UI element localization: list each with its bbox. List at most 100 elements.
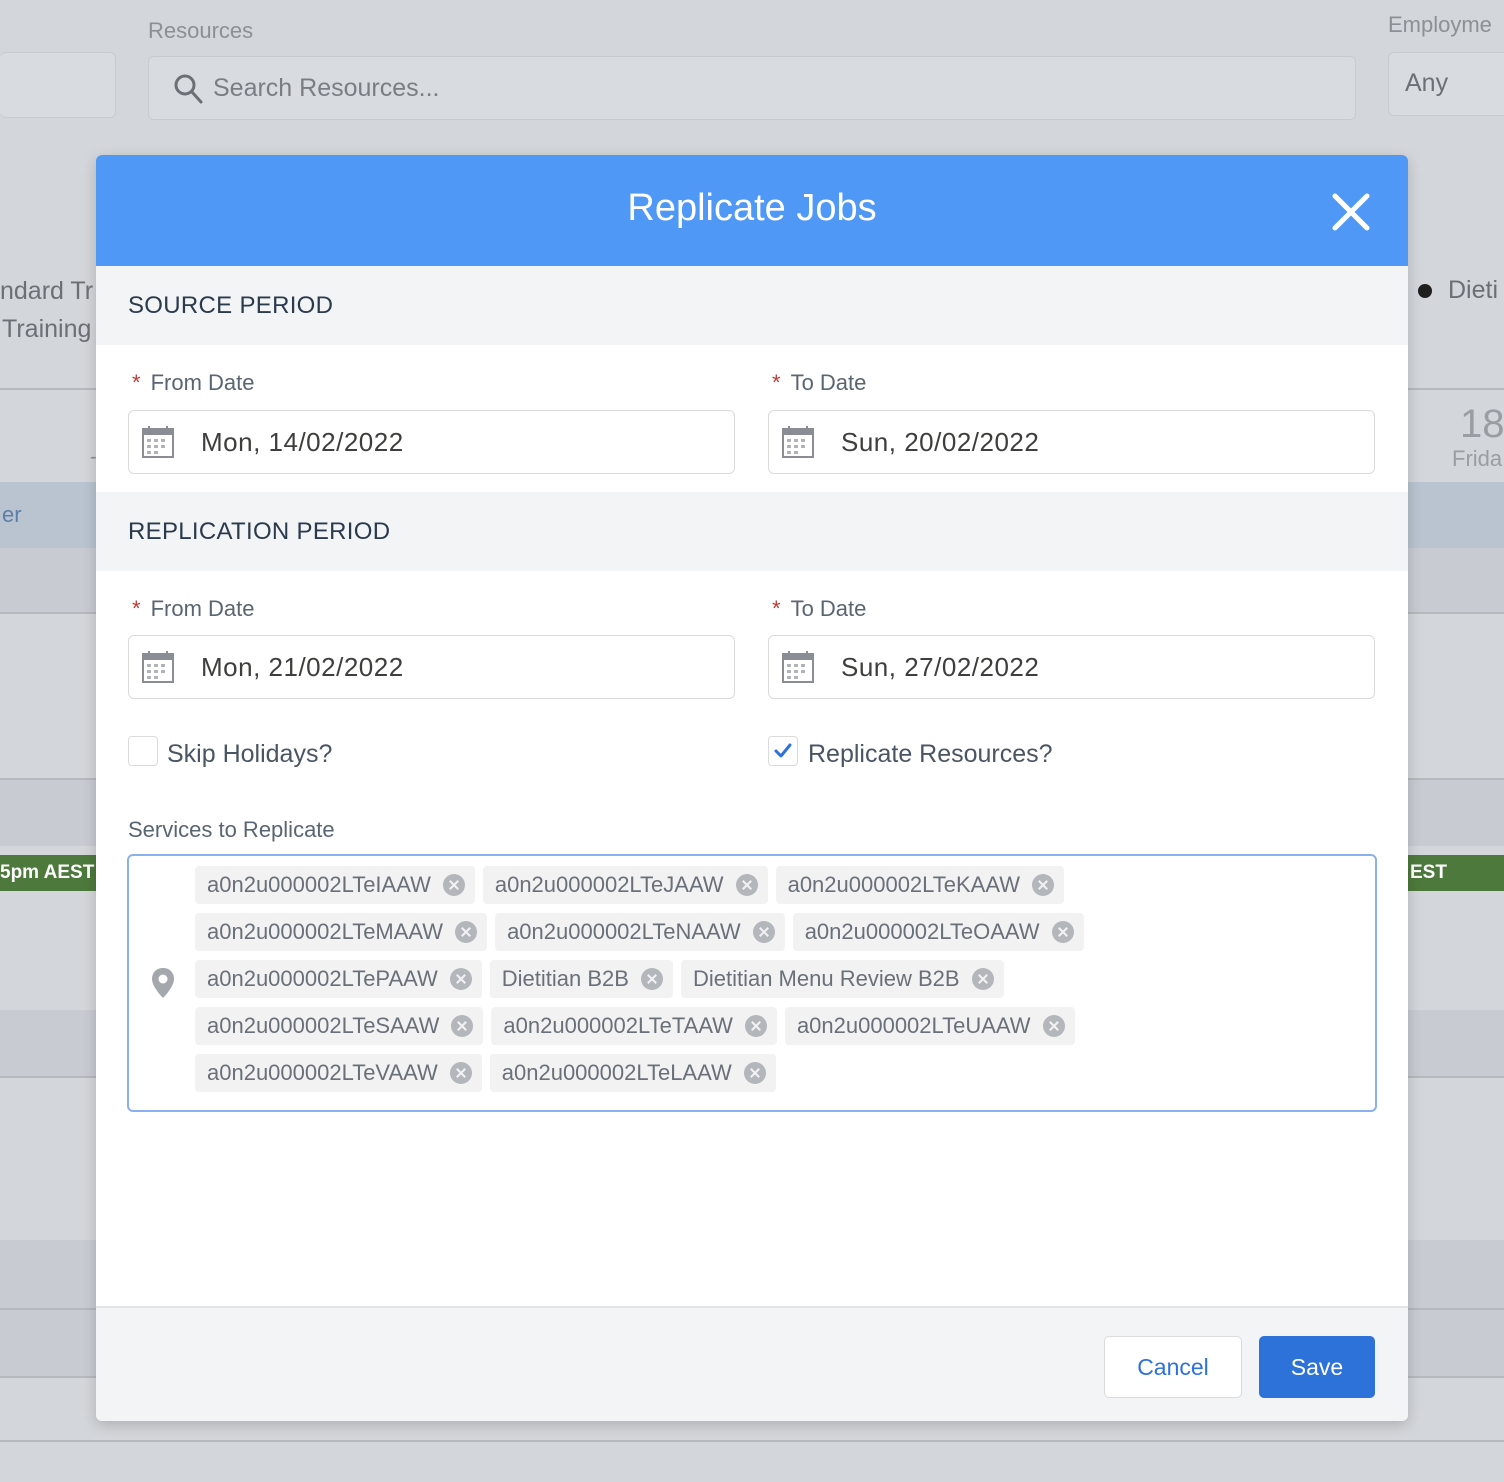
calendar-icon xyxy=(142,651,174,683)
remove-pill-icon[interactable] xyxy=(971,968,994,990)
replication-period-heading: REPLICATION PERIOD xyxy=(96,492,1408,571)
service-pill[interactable]: a0n2u000002LTePAAW xyxy=(195,960,482,998)
search-icon xyxy=(174,74,203,104)
remove-pill-icon[interactable] xyxy=(449,1062,472,1084)
bg-band-text: er xyxy=(2,502,22,527)
service-pill[interactable]: Dietitian B2B xyxy=(489,960,673,998)
required-asterisk: * xyxy=(132,370,141,395)
remove-pill-icon[interactable] xyxy=(1031,874,1054,896)
service-pill[interactable]: a0n2u000002LTeVAAW xyxy=(195,1054,482,1092)
service-pill-label: Dietitian Menu Review B2B xyxy=(692,966,960,991)
replicate-resources-label[interactable]: Replicate Resources? xyxy=(808,740,1053,769)
bg-left-text-1: ndard Tr xyxy=(0,277,94,305)
source-period-heading: SOURCE PERIOD xyxy=(96,266,1408,345)
service-pill-label: a0n2u000002LTeUAAW xyxy=(796,1013,1031,1038)
service-pill-label: a0n2u000002LTeTAAW xyxy=(503,1013,733,1038)
service-pill[interactable]: a0n2u000002LTeLAAW xyxy=(489,1054,776,1092)
service-pill-label: a0n2u000002LTeVAAW xyxy=(207,1060,438,1085)
service-pill[interactable]: a0n2u000002LTeTAAW xyxy=(491,1007,777,1045)
bg-divider xyxy=(0,1440,1504,1442)
bg-day-number: 18 xyxy=(1460,402,1504,446)
service-pill[interactable]: a0n2u000002LTeNAAW xyxy=(495,913,785,951)
service-pill-row: a0n2u000002LTeVAAW a0n2u000002LTeLAAW xyxy=(195,1054,1365,1092)
checkmark-icon xyxy=(774,743,792,758)
bg-employment-label: Employme xyxy=(1388,12,1492,37)
service-pill-label: a0n2u000002LTeNAAW xyxy=(507,919,741,944)
service-pill[interactable]: a0n2u000002LTeUAAW xyxy=(784,1007,1075,1045)
service-pill-label: a0n2u000002LTeSAAW xyxy=(207,1013,440,1038)
service-pill-row: a0n2u000002LTeMAAW a0n2u000002LTeNAAW a0n2… xyxy=(195,913,1365,951)
replication-to-date-input[interactable]: Sun, 27/02/2022 xyxy=(768,635,1375,699)
close-icon[interactable] xyxy=(1330,191,1372,233)
replicate-jobs-modal: Replicate Jobs SOURCE PERIOD * From Date … xyxy=(96,155,1408,1421)
bg-employment-value: Any xyxy=(1405,69,1449,97)
services-multiselect[interactable]: a0n2u000002LTeIAAW a0n2u000002LTeJAAW a0n2… xyxy=(127,854,1377,1112)
remove-pill-icon[interactable] xyxy=(442,874,465,896)
save-button[interactable]: Save xyxy=(1259,1336,1375,1398)
service-pill-label: a0n2u000002LTeJAAW xyxy=(494,872,724,897)
remove-pill-icon[interactable] xyxy=(743,1062,766,1084)
service-pill[interactable]: a0n2u000002LTeKAAW xyxy=(775,866,1064,904)
bg-resources-label: Resources xyxy=(148,18,254,43)
service-pill-label: a0n2u000002LTeMAAW xyxy=(207,919,444,944)
replication-to-date-label: * To Date xyxy=(772,596,867,621)
bg-event-bar-right: EST xyxy=(1408,855,1504,891)
location-pin-icon xyxy=(152,968,174,998)
source-from-date-value: Mon, 14/02/2022 xyxy=(201,427,404,457)
bg-left-text-2: Training xyxy=(2,315,92,343)
calendar-icon xyxy=(782,651,814,683)
bg-day-name: Frida xyxy=(1452,446,1503,471)
replication-from-date-label: * From Date xyxy=(132,596,255,621)
service-pill[interactable]: a0n2u000002LTeMAAW xyxy=(195,913,488,951)
source-to-date-input[interactable]: Sun, 20/02/2022 xyxy=(768,410,1375,474)
service-pill-label: a0n2u000002LTePAAW xyxy=(207,966,438,991)
remove-pill-icon[interactable] xyxy=(640,968,663,990)
service-pill-list: a0n2u000002LTeIAAW a0n2u000002LTeJAAW a0n2… xyxy=(195,866,1365,1101)
service-pill-label: a0n2u000002LTeKAAW xyxy=(787,872,1020,897)
remove-pill-icon[interactable] xyxy=(1051,921,1074,943)
bg-filter-box xyxy=(0,52,116,118)
service-pill[interactable]: a0n2u000002LTeOAAW xyxy=(792,913,1084,951)
remove-pill-icon[interactable] xyxy=(744,1015,767,1037)
calendar-icon xyxy=(782,426,814,458)
required-asterisk: * xyxy=(132,596,141,621)
bg-event-bar-left: 5pm AEST xyxy=(0,855,96,891)
modal-title: Replicate Jobs xyxy=(627,187,877,229)
replication-from-date-value: Mon, 21/02/2022 xyxy=(201,652,404,682)
source-to-date-value: Sun, 20/02/2022 xyxy=(841,427,1040,457)
bg-right-text: Dieti xyxy=(1448,276,1499,304)
service-pill-row: a0n2u000002LTeIAAW a0n2u000002LTeJAAW a0n2… xyxy=(195,866,1365,904)
replication-period-title: REPLICATION PERIOD xyxy=(128,518,391,545)
remove-pill-icon[interactable] xyxy=(449,968,472,990)
skip-holidays-label[interactable]: Skip Holidays? xyxy=(167,740,332,769)
service-pill-row: a0n2u000002LTePAAW Dietitian B2B Dietitian… xyxy=(195,960,1365,998)
remove-pill-icon[interactable] xyxy=(1042,1015,1065,1037)
bg-search-resources-input: Search Resources... xyxy=(148,56,1356,120)
bg-employment-select: Any xyxy=(1388,52,1504,116)
service-pill-label: Dietitian B2B xyxy=(501,966,629,991)
source-period-title: SOURCE PERIOD xyxy=(128,292,334,319)
service-pill-row: a0n2u000002LTeSAAW a0n2u000002LTeTAAW a0n2… xyxy=(195,1007,1365,1045)
calendar-icon xyxy=(142,426,174,458)
service-pill[interactable]: a0n2u000002LTeIAAW xyxy=(195,866,475,904)
required-asterisk: * xyxy=(772,370,781,395)
cancel-button[interactable]: Cancel xyxy=(1104,1336,1242,1398)
remove-pill-icon[interactable] xyxy=(735,874,758,896)
source-from-date-input[interactable]: Mon, 14/02/2022 xyxy=(128,410,735,474)
service-pill[interactable]: a0n2u000002LTeJAAW xyxy=(482,866,768,904)
modal-footer: Cancel Save xyxy=(96,1306,1408,1421)
remove-pill-icon[interactable] xyxy=(752,921,775,943)
remove-pill-icon[interactable] xyxy=(451,1015,474,1037)
bg-search-placeholder: Search Resources... xyxy=(213,74,440,102)
service-pill-label: a0n2u000002LTeIAAW xyxy=(207,872,431,897)
replicate-resources-checkbox[interactable] xyxy=(768,736,798,766)
bg-legend-dot xyxy=(1418,284,1432,298)
skip-holidays-checkbox[interactable] xyxy=(128,736,158,766)
source-to-date-label: * To Date xyxy=(772,370,867,395)
replication-from-date-input[interactable]: Mon, 21/02/2022 xyxy=(128,635,735,699)
source-from-date-label: * From Date xyxy=(132,370,255,395)
remove-pill-icon[interactable] xyxy=(455,921,478,943)
service-pill[interactable]: a0n2u000002LTeSAAW xyxy=(195,1007,484,1045)
service-pill[interactable]: Dietitian Menu Review B2B xyxy=(680,960,1004,998)
service-pill-label: a0n2u000002LTeOAAW xyxy=(804,919,1040,944)
